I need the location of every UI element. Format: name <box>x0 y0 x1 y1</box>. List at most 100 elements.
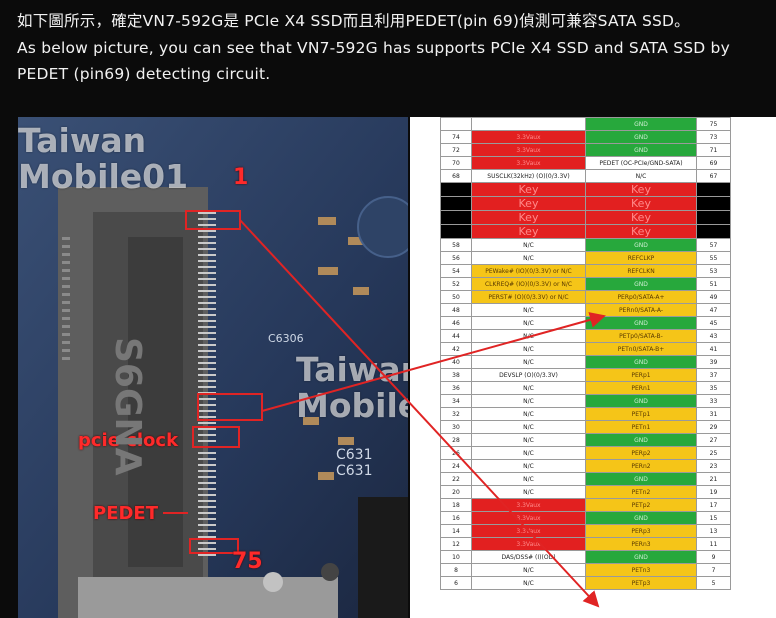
left-pin-number: 44 <box>440 329 472 343</box>
right-pin-number: 55 <box>696 251 731 265</box>
chip-label-2: C631 <box>336 447 373 463</box>
left-pin-number: 52 <box>440 277 472 291</box>
right-pin-number: 57 <box>696 238 731 252</box>
left-signal: PERST# (O)(0/3.3V) or N/C <box>471 290 586 304</box>
left-pin-number: 10 <box>440 550 472 564</box>
left-pin-number: 24 <box>440 459 472 473</box>
right-pin-number: 75 <box>696 117 731 131</box>
right-signal: GND <box>585 433 697 447</box>
pinout-table: GND 75 74 3.3Vaux GND 73 72 3.3Vaux GND 71 70 3.3Va… <box>440 117 731 590</box>
table-row: 8 N/C PETn3 7 <box>440 563 731 577</box>
left-pin-number: 42 <box>440 342 472 356</box>
left-signal: N/C <box>471 420 586 434</box>
left-signal: N/C <box>471 381 586 395</box>
right-pin-number: 27 <box>696 433 731 447</box>
left-signal: N/C <box>471 342 586 356</box>
left-signal: N/C <box>471 303 586 317</box>
right-pin-number: 11 <box>696 537 731 551</box>
left-pin-number: 12 <box>440 537 472 551</box>
left-pin-number: 36 <box>440 381 472 395</box>
right-signal: PETn2 <box>585 485 697 499</box>
table-row: 52 CLKREQ# (IO)(0/3.3V) or N/C GND 51 <box>440 277 731 291</box>
right-signal: PETn1 <box>585 420 697 434</box>
table-row: 14 3.3Vaux PERp3 13 <box>440 524 731 538</box>
table-row: Key Key <box>440 182 731 197</box>
table-row: 34 N/C GND 33 <box>440 394 731 408</box>
right-pin-number: 51 <box>696 277 731 291</box>
left-pin-number: 18 <box>440 498 472 512</box>
pinout-table-panel: GND 75 74 3.3Vaux GND 73 72 3.3Vaux GND 71 70 3.3Va… <box>410 117 776 618</box>
right-signal: REFCLKN <box>585 264 697 278</box>
right-pin-number: 69 <box>696 156 731 170</box>
left-signal: 3.3Vaux <box>471 130 586 144</box>
table-row: 70 3.3Vaux PEDET (OC-PCIe/GND-SATA) 69 <box>440 156 731 170</box>
table-row: 36 N/C PERn1 35 <box>440 381 731 395</box>
left-signal: Key <box>471 182 586 197</box>
right-signal: GND <box>585 355 697 369</box>
right-signal: PERn3 <box>585 537 697 551</box>
table-row: 58 N/C GND 57 <box>440 238 731 252</box>
table-row: 38 DEVSLP (O)(0/3.3V) PERp1 37 <box>440 368 731 382</box>
left-signal: PEWake# (IO)(0/3.3V) or N/C <box>471 264 586 278</box>
silkscreen-text: S6GNA <box>107 337 148 476</box>
left-pin-number <box>440 196 472 211</box>
left-pin-number: 14 <box>440 524 472 538</box>
right-signal: GND <box>585 143 697 157</box>
table-row: 10 DAS/DSS# (I)(OD) GND 9 <box>440 550 731 564</box>
right-pin-number: 13 <box>696 524 731 538</box>
table-row: Key Key <box>440 224 731 239</box>
right-pin-number: 45 <box>696 316 731 330</box>
left-signal: N/C <box>471 355 586 369</box>
right-pin-number: 5 <box>696 576 731 590</box>
watermark-mid-line2: Mobile01 <box>296 386 408 425</box>
right-pin-number: 67 <box>696 169 731 183</box>
left-signal: N/C <box>471 329 586 343</box>
left-signal: Key <box>471 196 586 211</box>
right-signal: Key <box>585 182 697 197</box>
left-pin-number: 28 <box>440 433 472 447</box>
left-signal: Key <box>471 210 586 225</box>
caption-english: As below picture, you can see that VN7-5… <box>17 38 730 84</box>
right-signal: GND <box>585 550 697 564</box>
right-pin-number: 23 <box>696 459 731 473</box>
right-pin-number: 9 <box>696 550 731 564</box>
table-row: 42 N/C PETn0/SATA-B+ 41 <box>440 342 731 356</box>
right-pin-number <box>696 196 731 211</box>
right-pin-number: 17 <box>696 498 731 512</box>
left-pin-number: 20 <box>440 485 472 499</box>
left-signal: N/C <box>471 485 586 499</box>
left-pin-number: 58 <box>440 238 472 252</box>
table-row: 20 N/C PETn2 19 <box>440 485 731 499</box>
left-pin-number <box>440 224 472 239</box>
left-signal: N/C <box>471 472 586 486</box>
left-pin-number <box>440 117 472 131</box>
watermark-top-line1: Taiwan <box>18 121 147 160</box>
table-row: 44 N/C PETp0/SATA-B- 43 <box>440 329 731 343</box>
right-pin-number <box>696 182 731 197</box>
right-pin-number: 21 <box>696 472 731 486</box>
right-signal: GND <box>585 394 697 408</box>
left-signal: 3.3Vaux <box>471 143 586 157</box>
left-signal <box>471 117 586 131</box>
left-signal: 3.3Vaux <box>471 498 586 512</box>
pin1-label: 1 <box>233 165 249 190</box>
table-row: 6 N/C PETp3 5 <box>440 576 731 590</box>
left-signal: N/C <box>471 394 586 408</box>
table-row: 48 N/C PERn0/SATA-A- 47 <box>440 303 731 317</box>
left-signal: N/C <box>471 251 586 265</box>
right-signal: Key <box>585 196 697 211</box>
table-row: Key Key <box>440 196 731 211</box>
table-row: 68 SUSCLK(32kHz) (O)(0/3.3V) N/C 67 <box>440 169 731 183</box>
right-pin-number: 43 <box>696 329 731 343</box>
right-signal: PETp2 <box>585 498 697 512</box>
left-signal: 3.3Vaux <box>471 511 586 525</box>
right-signal: GND <box>585 117 697 131</box>
left-pin-number: 50 <box>440 290 472 304</box>
left-pin-number: 72 <box>440 143 472 157</box>
table-row: 24 N/C PERn2 23 <box>440 459 731 473</box>
caption-chinese: 如下圖所示，確定VN7-592G是 PCIe X4 SSD而且利用PEDET(p… <box>17 12 690 30</box>
right-signal: PERn2 <box>585 459 697 473</box>
left-signal: Key <box>471 224 586 239</box>
right-pin-number: 39 <box>696 355 731 369</box>
table-row: 18 3.3Vaux PETp2 17 <box>440 498 731 512</box>
